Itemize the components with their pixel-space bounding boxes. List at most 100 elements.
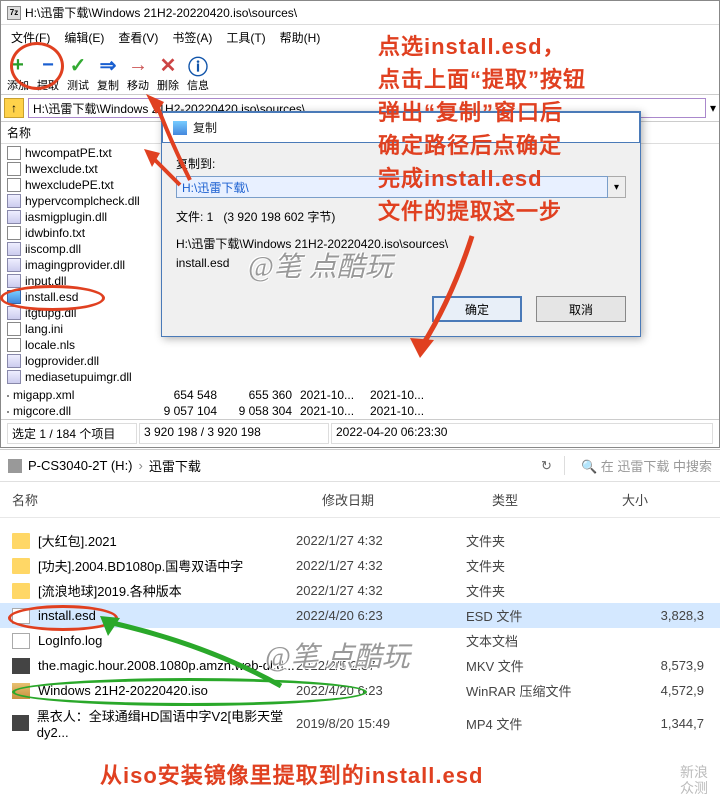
- menu-help[interactable]: 帮助(H): [274, 27, 327, 48]
- highlight-circle-extract: [10, 42, 64, 90]
- search-placeholder[interactable]: 在 迅雷下载 中搜索: [601, 459, 712, 474]
- watermark-1: @笔 点酷玩: [248, 245, 393, 285]
- refresh-icon[interactable]: ↻: [541, 458, 552, 474]
- file-count: 文件: 1: [176, 210, 213, 224]
- file-name: iasmigplugin.dll: [25, 210, 107, 225]
- file-icon: [7, 338, 21, 352]
- explorer-row[interactable]: [功夫].2004.BD1080p.国粤双语中字2022/1/27 4:32文件…: [0, 553, 720, 578]
- up-icon[interactable]: ↑: [4, 98, 24, 118]
- col-type[interactable]: 类型: [492, 490, 622, 509]
- toolbar-移动[interactable]: →移动: [123, 52, 153, 94]
- file-name: [大红包].2021: [38, 531, 117, 550]
- file-icon: [7, 162, 21, 176]
- breadcrumb-drive[interactable]: P-CS3040-2T (H:): [28, 458, 133, 473]
- file-name: lang.ini: [25, 322, 63, 337]
- file-name: locale.nls: [25, 338, 75, 353]
- file-icon: [7, 178, 21, 192]
- file-mod: 2022/4/20 6:23: [296, 608, 466, 623]
- cancel-button[interactable]: 取消: [536, 296, 626, 322]
- menu-bookmark[interactable]: 书签(A): [166, 27, 218, 48]
- file-mod: 2022/1/27 4:32: [296, 583, 466, 598]
- file-icon: [7, 322, 21, 336]
- explorer-columns[interactable]: 名称 修改日期 类型 大小: [0, 482, 720, 518]
- arrow-red-2: [140, 145, 190, 198]
- status-size: 3 920 198 / 3 920 198: [139, 423, 329, 444]
- toolbar-复制[interactable]: ⇒复制: [93, 52, 123, 94]
- file-name: hwexclude.txt: [25, 162, 98, 177]
- file-type: MKV 文件: [466, 656, 596, 675]
- file-name: hwcompatPE.txt: [25, 146, 112, 161]
- annotation-bottom: 从iso安装镜像里提取到的install.esd: [100, 758, 483, 790]
- file-type: 文件夹: [466, 531, 596, 550]
- status-date: 2022-04-20 06:23:30: [331, 423, 713, 444]
- toolbar-icon: ✕: [156, 53, 180, 77]
- menu-tools[interactable]: 工具(T): [220, 27, 271, 48]
- toolbar-删除[interactable]: ✕删除: [153, 52, 183, 94]
- annotation-instructions: 点选install.esd，点击上面“提取”按钮弹出“复制”窗口后确定路径后点确…: [378, 30, 718, 228]
- toolbar-测试[interactable]: ✓测试: [63, 52, 93, 94]
- file-icon: [7, 226, 21, 240]
- file-mod: 2019/8/20 15:49: [296, 716, 466, 731]
- sevenzip-icon: 7z: [7, 6, 21, 20]
- file-name: [流浪地球]2019.各种版本: [38, 581, 182, 600]
- search-icon: 🔍: [581, 459, 597, 474]
- file-size: 4,572,9: [596, 683, 708, 698]
- file-type-icon: [12, 558, 30, 574]
- toolbar-label: 测试: [67, 77, 89, 93]
- file-row[interactable]: migcore.dll9 057 1049 058 3042021-10...2…: [1, 403, 719, 419]
- file-name: 黑衣人：全球通缉HD国语中字V2[电影天堂dy2...: [37, 706, 296, 740]
- file-icon: [7, 194, 21, 208]
- file-icon: [7, 411, 9, 413]
- menu-view[interactable]: 查看(V): [112, 27, 164, 48]
- file-type-icon: [12, 633, 30, 649]
- window-title: H:\迅雷下载\Windows 21H2-20220420.iso\source…: [25, 4, 297, 21]
- chevron-right-icon: ›: [139, 458, 143, 473]
- file-row[interactable]: migapp.xml654 548655 3602021-10...2021-1…: [1, 387, 719, 403]
- explorer-row[interactable]: [流浪地球]2019.各种版本2022/1/27 4:32文件夹: [0, 578, 720, 603]
- file-name: [功夫].2004.BD1080p.国粤双语中字: [38, 556, 243, 575]
- file-name: LogInfo.log: [38, 633, 102, 648]
- file-name: mediasetupuimgr.dll: [25, 370, 132, 385]
- file-type-icon: [12, 715, 29, 731]
- drive-icon: [8, 459, 22, 473]
- file-size: 1,344,7: [596, 716, 708, 731]
- file-size: 3,828,3: [596, 608, 708, 623]
- breadcrumb-folder[interactable]: 迅雷下载: [149, 456, 201, 475]
- arrow-green: [96, 614, 296, 707]
- col-name[interactable]: 名称: [12, 490, 322, 509]
- corner-logo: 新浪众测: [680, 764, 708, 796]
- toolbar-icon: ⇒: [96, 53, 120, 77]
- file-type-icon: [12, 583, 30, 599]
- file-type: 文本文档: [466, 631, 596, 650]
- col-size[interactable]: 大小: [622, 490, 708, 509]
- highlight-circle-install: [0, 285, 105, 311]
- explorer-row[interactable]: 黑衣人：全球通缉HD国语中字V2[电影天堂dy2...2019/8/20 15:…: [0, 703, 720, 743]
- menu-edit[interactable]: 编辑(E): [58, 27, 110, 48]
- file-name: imagingprovider.dll: [25, 258, 125, 273]
- file-name: logprovider.dll: [25, 354, 99, 369]
- file-icon: [7, 395, 9, 397]
- file-icon: [7, 354, 21, 368]
- file-row[interactable]: mediasetupuimgr.dll: [7, 369, 713, 385]
- explorer-row[interactable]: [大红包].20212022/1/27 4:32文件夹: [0, 528, 720, 553]
- file-type-icon: [12, 658, 30, 674]
- window-titlebar: 7z H:\迅雷下载\Windows 21H2-20220420.iso\sou…: [1, 1, 719, 25]
- toolbar-信息[interactable]: ⓘ信息: [183, 52, 213, 94]
- file-icon: [7, 274, 21, 288]
- file-type: WinRAR 压缩文件: [466, 681, 596, 700]
- file-type: MP4 文件: [466, 714, 596, 733]
- toolbar-icon: →: [126, 53, 150, 77]
- file-mod: 2022/1/27 4:32: [296, 558, 466, 573]
- file-size: 8,573,9: [596, 658, 708, 673]
- breadcrumb: P-CS3040-2T (H:) › 迅雷下载 ↻ 🔍 在 迅雷下载 中搜索: [0, 450, 720, 482]
- toolbar-icon: ✓: [66, 53, 90, 77]
- file-name: hwexcludePE.txt: [25, 178, 114, 193]
- file-row[interactable]: logprovider.dll: [7, 353, 713, 369]
- col-mod[interactable]: 修改日期: [322, 490, 492, 509]
- file-type: ESD 文件: [466, 606, 596, 625]
- file-row[interactable]: locale.nls: [7, 337, 713, 353]
- file-name: hypervcomplcheck.dll: [25, 194, 140, 209]
- status-selected: 选定 1 / 184 个项目: [7, 423, 137, 444]
- file-name: idwbinfo.txt: [25, 226, 85, 241]
- toolbar-icon: ⓘ: [186, 53, 210, 77]
